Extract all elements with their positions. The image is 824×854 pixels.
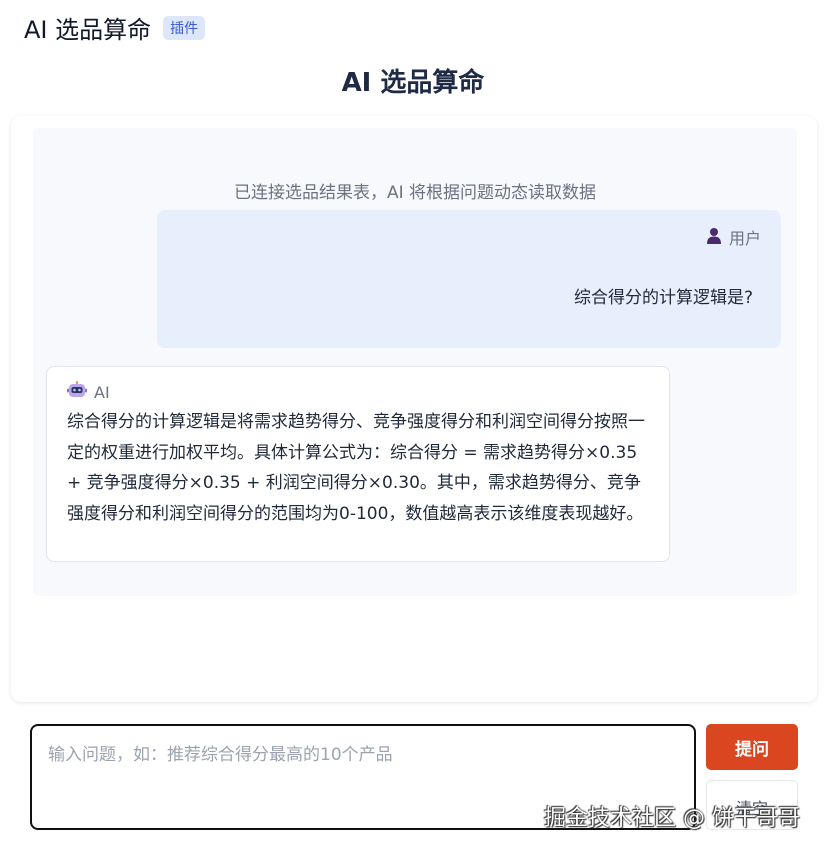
ai-role-label: AI (67, 381, 110, 403)
user-message: 用户 综合得分的计算逻辑是? (157, 210, 781, 348)
user-role-label: 用户 (706, 225, 761, 249)
chat-card: 已连接选品结果表，AI 将根据问题动态读取数据 用户 综合得分的计算逻辑是? A… (11, 116, 817, 702)
ai-message: AI 综合得分的计算逻辑是将需求趋势得分、竞争强度得分和利润空间得分按照一定的权… (46, 366, 670, 562)
app-header: AI 选品算命 插件 (24, 10, 206, 45)
chat-messages-area[interactable]: 已连接选品结果表，AI 将根据问题动态读取数据 用户 综合得分的计算逻辑是? A… (33, 128, 797, 596)
user-icon (706, 227, 722, 248)
system-note: 已连接选品结果表，AI 将根据问题动态读取数据 (233, 183, 597, 203)
robot-icon (67, 381, 87, 403)
ask-button[interactable]: 提问 (706, 724, 798, 770)
watermark: 掘金技术社区 @ 饼干哥哥 (544, 806, 800, 831)
page-title: AI 选品算命 (341, 68, 485, 98)
app-title: AI 选品算命 (24, 16, 152, 44)
ai-message-text: 综合得分的计算逻辑是将需求趋势得分、竞争强度得分和利润空间得分按照一定的权重进行… (67, 412, 645, 524)
user-message-text: 综合得分的计算逻辑是? (573, 288, 753, 308)
ai-role-text: AI (94, 382, 110, 402)
user-role-text: 用户 (728, 229, 761, 248)
plugin-badge: 插件 (163, 15, 206, 40)
app: AI 选品算命 插件 AI 选品算命 已连接选品结果表，AI 将根据问题动态读取… (0, 0, 824, 854)
